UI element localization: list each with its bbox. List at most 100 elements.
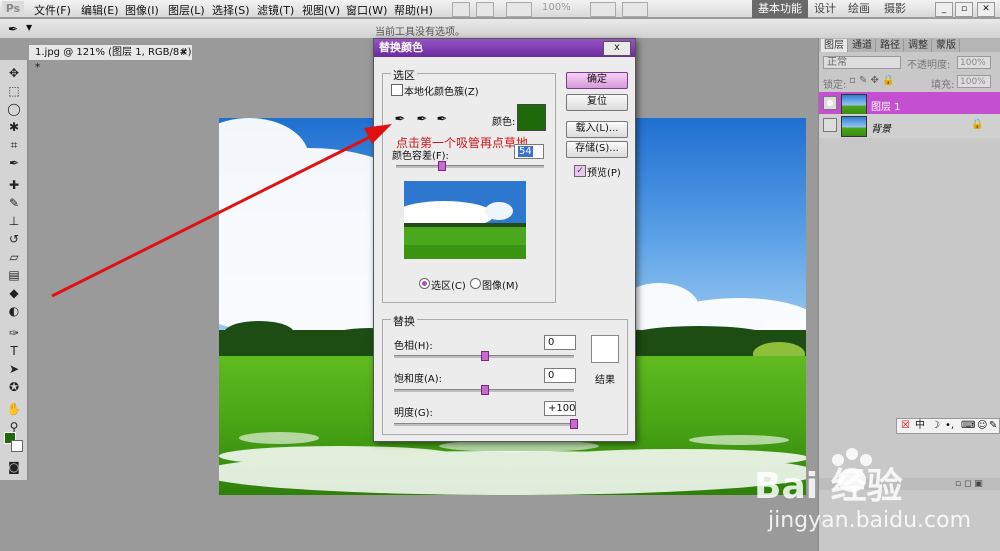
view-extras-icon[interactable] (506, 2, 532, 17)
tab-layers[interactable]: 图层 (821, 39, 848, 52)
eyedropper-tool-icon[interactable]: ✒ (8, 22, 18, 36)
hue-slider-knob[interactable] (481, 351, 489, 361)
document-title: 1.jpg @ 121% (图层 1, RGB/8#) * (35, 47, 192, 73)
blur-tool-icon[interactable]: ◆ (6, 286, 22, 300)
ime-language[interactable]: 中 (915, 419, 925, 433)
lightness-slider-knob[interactable] (570, 419, 578, 429)
gradient-tool-icon[interactable]: ▤ (6, 268, 22, 282)
reset-button[interactable]: 复位 (566, 94, 628, 111)
opacity-field[interactable]: 100% (957, 56, 991, 69)
save-button[interactable]: 存储(S)... (566, 141, 628, 158)
tab-close-icon[interactable]: × (180, 45, 188, 60)
result-color-swatch[interactable] (591, 335, 619, 363)
eyedropper-icon[interactable]: ✒ (6, 156, 22, 170)
dialog-close-button[interactable]: x (603, 41, 631, 56)
healing-brush-icon[interactable]: ✚ (6, 178, 22, 192)
hue-label: 色相(H): (394, 341, 433, 352)
quick-mask-icon[interactable]: ◙ (6, 460, 22, 474)
selected-color-swatch[interactable] (517, 104, 546, 131)
lock-icons[interactable]: ▫ ✎ ✥ 🔒 (849, 75, 895, 86)
menu-edit[interactable]: 编辑(E) (81, 2, 119, 18)
screen-mode-icon[interactable] (622, 2, 648, 17)
options-bar: ✒ ▼ 当前工具没有选项。 (0, 19, 1000, 39)
ok-button[interactable]: 确定 (566, 72, 628, 89)
hue-field[interactable]: 0 (544, 335, 576, 350)
workspace-photography[interactable]: 摄影 (878, 0, 912, 18)
eyedropper-minus-icon[interactable]: ✒ (434, 112, 450, 128)
load-button[interactable]: 载入(L)... (566, 121, 628, 138)
fuzziness-slider[interactable] (396, 165, 544, 168)
mini-bridge-icon[interactable] (476, 2, 494, 17)
launch-bridge-icon[interactable] (452, 2, 470, 17)
menu-view[interactable]: 视图(V) (302, 2, 340, 18)
menu-filter[interactable]: 滤镜(T) (257, 2, 294, 18)
eye-icon[interactable]: ● (823, 96, 837, 110)
zoom-level[interactable]: 100% (542, 2, 571, 13)
restore-icon[interactable]: ▫ (955, 2, 973, 17)
history-brush-icon[interactable]: ↺ (6, 232, 22, 246)
moon-icon[interactable]: ☽ (931, 419, 940, 433)
path-select-icon[interactable]: ➤ (6, 362, 22, 376)
quick-select-tool-icon[interactable]: ✱ (6, 120, 22, 134)
tab-channels[interactable]: 通道 (849, 39, 876, 52)
menu-window[interactable]: 窗口(W) (346, 2, 387, 18)
hand-tool-icon[interactable]: ✋ (6, 402, 22, 416)
ime-user-icon[interactable]: ☺ (977, 419, 987, 433)
saturation-field[interactable]: 0 (544, 368, 576, 383)
layer-row-background[interactable]: 背景 🔒 (819, 114, 1000, 138)
localized-clusters-label: 本地化颜色簇(Z) (404, 87, 479, 98)
brush-tool-icon[interactable]: ✎ (6, 196, 22, 210)
workspace-painting[interactable]: 绘画 (842, 0, 876, 18)
punctuation-icon[interactable]: •, (945, 419, 954, 433)
tab-paths[interactable]: 路径 (877, 39, 904, 52)
blend-mode-select[interactable]: 正常 (823, 56, 901, 69)
lightness-label: 明度(G): (394, 408, 433, 419)
type-tool-icon[interactable]: T (6, 344, 22, 358)
marquee-tool-icon[interactable]: ⬚ (6, 84, 22, 98)
color-label: 颜色: (492, 117, 516, 128)
menu-image[interactable]: 图像(I) (125, 2, 159, 18)
menu-help[interactable]: 帮助(H) (394, 2, 433, 18)
fill-field[interactable]: 100% (957, 75, 991, 88)
selection-preview (404, 181, 526, 259)
ime-toolbar[interactable]: ☒ 中 ☽ •, ⌨ ☺ ✎ (896, 418, 1000, 434)
dodge-tool-icon[interactable]: ◐ (6, 304, 22, 318)
crop-tool-icon[interactable]: ⌗ (6, 138, 22, 152)
document-tab[interactable]: 1.jpg @ 121% (图层 1, RGB/8#) * × (28, 44, 193, 73)
workspace-essentials[interactable]: 基本功能 (752, 0, 808, 18)
eye-icon[interactable] (823, 118, 837, 132)
move-tool-icon[interactable]: ✥ (6, 66, 22, 80)
fuzziness-field[interactable]: 54 (514, 144, 544, 159)
localized-clusters-checkbox[interactable] (391, 84, 403, 96)
shape-tool-icon[interactable]: ✪ (6, 380, 22, 394)
tab-masks[interactable]: 蒙版 (933, 39, 960, 52)
close-icon[interactable]: ✕ (977, 2, 995, 17)
tab-adjustments[interactable]: 调整 (905, 39, 932, 52)
eyedropper-plus-icon[interactable]: ✒ (414, 112, 430, 128)
pen-tool-icon[interactable]: ✑ (6, 326, 22, 340)
layer-row-1[interactable]: ● 图层 1 (819, 92, 1000, 116)
workspace-design[interactable]: 设计 (808, 0, 842, 18)
radio-selection[interactable] (419, 278, 430, 289)
minimize-icon[interactable]: _ (935, 2, 953, 17)
saturation-slider-knob[interactable] (481, 385, 489, 395)
preview-checkbox[interactable]: ✓ (574, 165, 586, 177)
background-color-swatch[interactable] (11, 440, 23, 452)
keyboard-icon[interactable]: ⌨ (961, 419, 975, 433)
chevron-down-icon[interactable]: ▼ (26, 23, 32, 32)
menu-layer[interactable]: 图层(L) (168, 2, 205, 18)
arrange-documents-icon[interactable] (590, 2, 616, 17)
wrench-icon[interactable]: ✎ (989, 419, 997, 433)
lightness-field[interactable]: +100 (544, 401, 576, 416)
clone-stamp-icon[interactable]: ⊥ (6, 214, 22, 228)
photoshop-logo: Ps (2, 1, 24, 16)
menu-file[interactable]: 文件(F) (34, 2, 71, 18)
menu-select[interactable]: 选择(S) (212, 2, 250, 18)
baidu-watermark-logo: Bai 经验 (754, 448, 903, 506)
eraser-tool-icon[interactable]: ▱ (6, 250, 22, 264)
lightness-slider[interactable] (394, 423, 574, 426)
eyedropper-icon[interactable]: ✒ (392, 112, 408, 128)
radio-image[interactable] (470, 278, 481, 289)
fuzziness-slider-knob[interactable] (438, 161, 446, 171)
lasso-tool-icon[interactable]: ◯ (6, 102, 22, 116)
